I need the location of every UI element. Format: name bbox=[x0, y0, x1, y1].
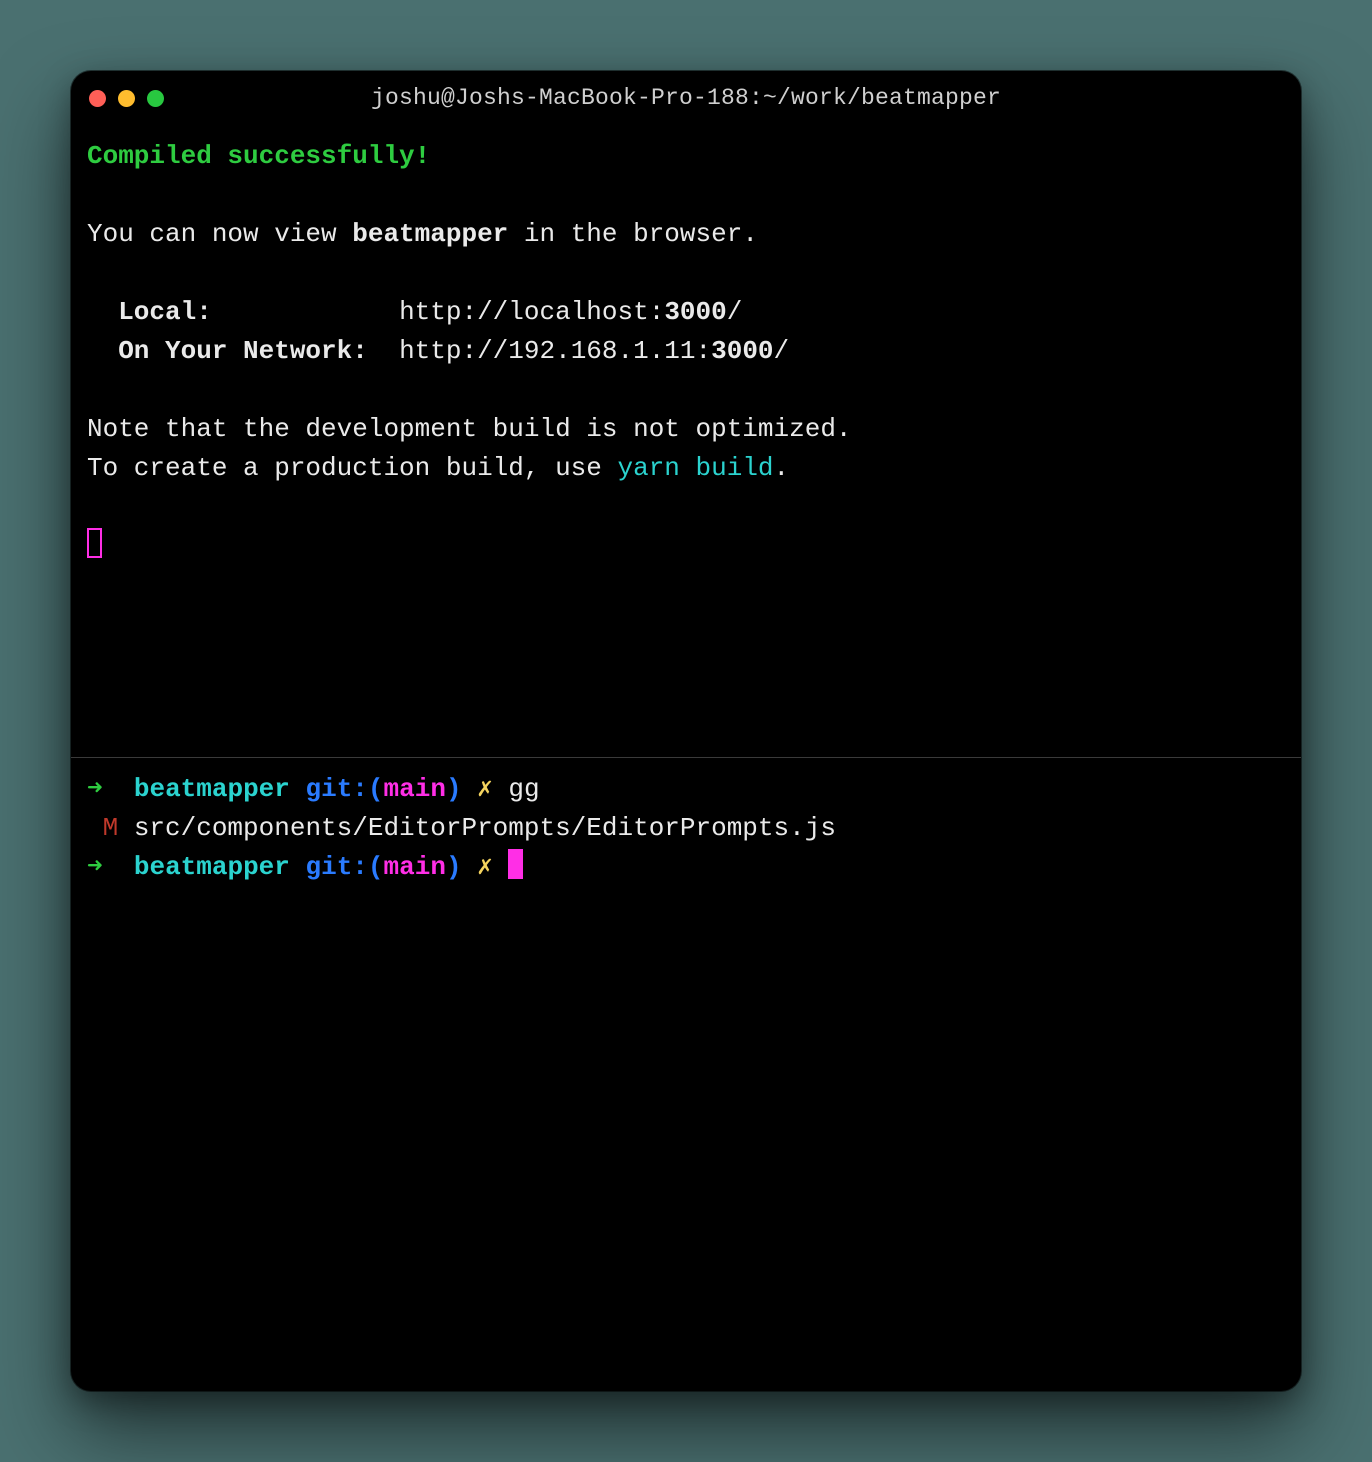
panes: Compiled successfully! You can now view … bbox=[71, 125, 1301, 1391]
close-icon[interactable] bbox=[89, 90, 106, 107]
prompt-branch: main bbox=[384, 774, 446, 804]
git-status-flag: M bbox=[87, 813, 134, 843]
dirty-icon: ✗ bbox=[477, 774, 508, 804]
terminal-window: joshu@Joshs-MacBook-Pro-188:~/work/beatm… bbox=[71, 71, 1301, 1391]
view-line-suffix: in the browser. bbox=[508, 219, 758, 249]
minimize-icon[interactable] bbox=[118, 90, 135, 107]
project-name: beatmapper bbox=[352, 219, 508, 249]
prompt-arrow-icon: ➜ bbox=[87, 774, 134, 804]
traffic-lights bbox=[89, 90, 164, 107]
note-line-1: Note that the development build is not o… bbox=[87, 414, 852, 444]
compiled-success: Compiled successfully! bbox=[87, 141, 430, 171]
prompt-git-label: git:( bbox=[290, 774, 384, 804]
view-line-prefix: You can now view bbox=[87, 219, 352, 249]
yarn-build-cmd: yarn build bbox=[618, 453, 774, 483]
prompt-command: gg bbox=[508, 774, 539, 804]
local-label: Local: bbox=[87, 297, 399, 327]
window-title: joshu@Joshs-MacBook-Pro-188:~/work/beatm… bbox=[71, 85, 1301, 111]
prompt-dir: beatmapper bbox=[134, 852, 290, 882]
note-line-2-suffix: . bbox=[774, 453, 790, 483]
prompt-git-close: ) bbox=[446, 774, 477, 804]
stage: joshu@Joshs-MacBook-Pro-188:~/work/beatm… bbox=[0, 0, 1372, 1462]
local-url-port: 3000 bbox=[664, 297, 726, 327]
local-url-suffix: / bbox=[727, 297, 743, 327]
network-label: On Your Network: bbox=[87, 336, 399, 366]
network-url-suffix: / bbox=[774, 336, 790, 366]
zoom-icon[interactable] bbox=[147, 90, 164, 107]
prompt-branch: main bbox=[384, 852, 446, 882]
top-pane[interactable]: Compiled successfully! You can now view … bbox=[71, 125, 1301, 757]
dirty-icon: ✗ bbox=[477, 852, 508, 882]
git-status-path: src/components/EditorPrompts/EditorPromp… bbox=[134, 813, 836, 843]
prompt-git-close: ) bbox=[446, 852, 477, 882]
cursor-active-icon bbox=[508, 849, 523, 879]
prompt-dir: beatmapper bbox=[134, 774, 290, 804]
bottom-pane[interactable]: ➜ beatmapper git:(main) ✗ gg M src/compo… bbox=[71, 758, 1301, 1391]
cursor-inactive-icon bbox=[87, 528, 102, 558]
network-url-port: 3000 bbox=[711, 336, 773, 366]
titlebar: joshu@Joshs-MacBook-Pro-188:~/work/beatm… bbox=[71, 71, 1301, 125]
local-url-prefix: http://localhost: bbox=[399, 297, 664, 327]
prompt-git-label: git:( bbox=[290, 852, 384, 882]
prompt-arrow-icon: ➜ bbox=[87, 852, 134, 882]
note-line-2-prefix: To create a production build, use bbox=[87, 453, 618, 483]
network-url-prefix: http://192.168.1.11: bbox=[399, 336, 711, 366]
